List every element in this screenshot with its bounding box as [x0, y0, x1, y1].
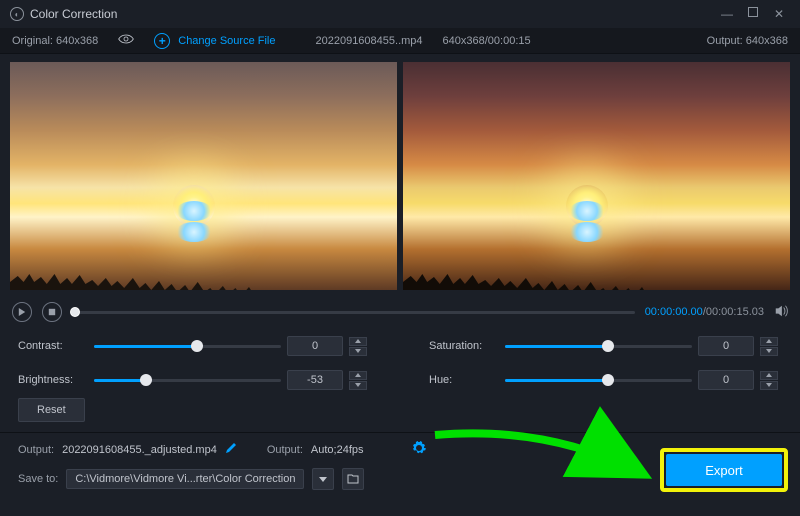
format-settings-icon[interactable] — [412, 441, 426, 458]
saturation-slider[interactable] — [505, 345, 692, 348]
brightness-label: Brightness: — [18, 374, 88, 386]
stop-button[interactable] — [42, 302, 62, 322]
contrast-label: Contrast: — [18, 340, 88, 352]
minimize-button[interactable] — [720, 7, 734, 21]
preview-toggle-icon[interactable] — [118, 33, 134, 48]
reset-row: Reset — [0, 398, 800, 432]
brightness-stepper[interactable] — [349, 371, 371, 390]
saturation-label: Saturation: — [429, 340, 499, 352]
hue-stepper[interactable] — [760, 371, 782, 390]
brightness-slider[interactable] — [94, 379, 281, 382]
save-path-dropdown[interactable] — [312, 468, 334, 490]
preview-panes — [0, 54, 800, 294]
output-filename: 2022091608455._adjusted.mp4 — [62, 444, 217, 456]
output-format-label: Output: — [267, 444, 303, 456]
volume-icon[interactable] — [774, 304, 788, 321]
info-bar: Original: 640x368 + Change Source File 2… — [0, 28, 800, 54]
output-format-value: Auto;24fps — [311, 444, 364, 456]
play-button[interactable] — [12, 302, 32, 322]
hue-value[interactable]: 0 — [698, 370, 754, 390]
plus-circle-icon: + — [154, 33, 170, 49]
reset-button[interactable]: Reset — [18, 398, 85, 422]
output-res: Output: 640x368 — [707, 35, 788, 47]
source-meta: 640x368/00:00:15 — [443, 35, 531, 47]
export-button[interactable]: Export — [666, 454, 782, 486]
saturation-stepper[interactable] — [760, 337, 782, 356]
preview-adjusted — [403, 62, 790, 290]
playback-bar: 00:00:00.00/00:00:15.03 — [0, 294, 800, 330]
maximize-button[interactable] — [748, 7, 758, 17]
output-file-label: Output: — [18, 444, 54, 456]
hue-slider[interactable] — [505, 379, 692, 382]
saturation-value[interactable]: 0 — [698, 336, 754, 356]
open-folder-button[interactable] — [342, 468, 364, 490]
save-to-label: Save to: — [18, 473, 58, 485]
save-path[interactable]: C:\Vidmore\Vidmore Vi...rter\Color Corre… — [66, 469, 304, 489]
seek-thumb[interactable] — [70, 307, 80, 317]
change-source-button[interactable]: + Change Source File — [154, 33, 275, 49]
window-title: Color Correction — [30, 7, 117, 21]
original-label: Original: 640x368 — [12, 35, 98, 47]
contrast-slider[interactable] — [94, 345, 281, 348]
close-button[interactable] — [772, 7, 786, 21]
color-adjustments: Contrast: 0 Saturation: 0 Brightness: -5… — [0, 330, 800, 398]
edit-filename-icon[interactable] — [225, 442, 237, 457]
preview-original — [10, 62, 397, 290]
export-highlight: Export — [660, 448, 788, 492]
change-source-label: Change Source File — [178, 35, 275, 47]
seek-track[interactable] — [72, 311, 635, 314]
bottom-panel: Output: 2022091608455._adjusted.mp4 Outp… — [0, 433, 800, 500]
timecode: 00:00:00.00/00:00:15.03 — [645, 306, 764, 318]
titlebar: ◐ Color Correction — [0, 0, 800, 28]
window-controls — [720, 7, 790, 21]
contrast-stepper[interactable] — [349, 337, 371, 356]
app-logo-icon: ◐ — [10, 7, 24, 21]
hue-label: Hue: — [429, 374, 499, 386]
contrast-value[interactable]: 0 — [287, 336, 343, 356]
brightness-value[interactable]: -53 — [287, 370, 343, 390]
source-filename: 2022091608455..mp4 — [315, 35, 422, 47]
